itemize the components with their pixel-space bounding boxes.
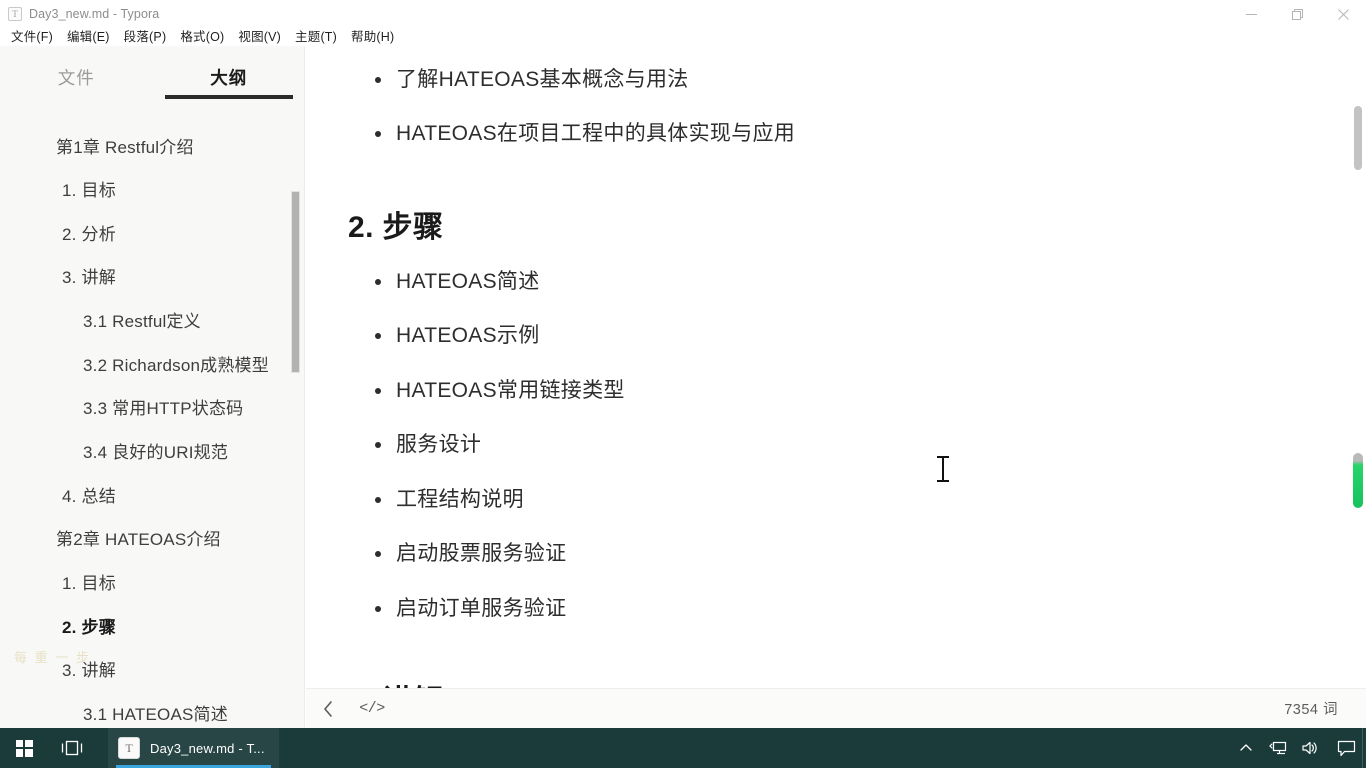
outline-item-ch2-2-steps[interactable]: 2. 步骤: [0, 606, 304, 650]
outline-item-ch2-3-1[interactable]: 3.1 HATEOAS简述: [0, 693, 304, 728]
tab-outline[interactable]: 大纲: [153, 62, 305, 114]
volume-icon[interactable]: [1294, 728, 1326, 768]
list-item[interactable]: 启动股票服务验证: [348, 527, 1306, 581]
list-item[interactable]: 了解HATEOAS基本概念与用法: [348, 53, 1306, 107]
list-item[interactable]: HATEOAS常用链接类型: [348, 364, 1306, 418]
typora-window: T Day3_new.md - Typora 文件(F) 编辑(E) 段落(P)…: [0, 0, 1366, 768]
outline-item-4-summary[interactable]: 4. 总结: [0, 475, 304, 519]
windows-taskbar: T Day3_new.md - T...: [0, 728, 1366, 768]
goal-bullet-list: 了解HATEOAS基本概念与用法 HATEOAS在项目工程中的具体实现与应用: [348, 53, 1306, 162]
list-item[interactable]: HATEOAS简述: [348, 255, 1306, 309]
editor-scrollbar[interactable]: [1350, 28, 1366, 688]
tab-files[interactable]: 文件: [0, 62, 153, 114]
outline-item-1-goal[interactable]: 1. 目标: [0, 170, 304, 214]
outline-item-ch2[interactable]: 第2章 HATEOAS介绍: [0, 519, 304, 563]
show-hidden-icons-icon[interactable]: [1230, 728, 1262, 768]
outline-item-3-2[interactable]: 3.2 Richardson成熟模型: [0, 344, 304, 388]
windows-start-icon[interactable]: [0, 728, 48, 768]
document-body: 1. 目标 了解HATEOAS基本概念与用法 HATEOAS在项目工程中的具体实…: [306, 28, 1366, 688]
word-count-label[interactable]: 7354 词: [1284, 698, 1366, 719]
editor-scrollbar-thumb[interactable]: [1354, 106, 1362, 170]
title-bar: T Day3_new.md - Typora: [0, 0, 1366, 28]
sidebar-scrollbar[interactable]: [291, 146, 300, 706]
outline-item-3-4[interactable]: 3.4 良好的URI规范: [0, 431, 304, 475]
windows-logo-icon: [15, 739, 33, 757]
outline-item-2-analysis[interactable]: 2. 分析: [0, 213, 304, 257]
outline-item-ch1[interactable]: 第1章 Restful介绍: [0, 126, 304, 170]
outline-list: 第1章 Restful介绍 1. 目标 2. 分析 3. 讲解 3.1 Rest…: [0, 118, 304, 728]
status-bar: </> 7354 词: [306, 688, 1366, 728]
outline-item-ch2-3-explain[interactable]: 3. 讲解: [0, 650, 304, 694]
tab-files-label: 文件: [57, 68, 95, 88]
minimize-button[interactable]: [1228, 0, 1274, 28]
tab-active-underline: [164, 95, 293, 99]
taskbar-item-typora[interactable]: T Day3_new.md - T...: [108, 728, 279, 768]
maximize-button[interactable]: [1274, 0, 1320, 28]
sidebar: 文件 大纲 第1章 Restful介绍 1. 目标 2. 分析 3. 讲解 3.…: [0, 46, 305, 728]
tab-outline-label: 大纲: [210, 68, 248, 88]
scroll-position-indicator: [1353, 453, 1363, 508]
list-item[interactable]: HATEOAS示例: [348, 309, 1306, 363]
system-tray: [1230, 728, 1366, 768]
window-title: Day3_new.md - Typora: [29, 7, 160, 21]
editor-content[interactable]: 1. 目标 了解HATEOAS基本概念与用法 HATEOAS在项目工程中的具体实…: [306, 28, 1366, 688]
notifications-icon[interactable]: [1326, 728, 1366, 768]
outline-item-ch2-1-goal[interactable]: 1. 目标: [0, 562, 304, 606]
close-button[interactable]: [1320, 0, 1366, 28]
outline-item-3-3[interactable]: 3.3 常用HTTP状态码: [0, 388, 304, 432]
network-icon[interactable]: [1262, 728, 1294, 768]
task-view-icon[interactable]: [48, 728, 96, 768]
list-item[interactable]: HATEOAS在项目工程中的具体实现与应用: [348, 107, 1306, 161]
outline-item-3-explain[interactable]: 3. 讲解: [0, 257, 304, 301]
taskbar-show-desktop-button[interactable]: [1362, 728, 1366, 768]
chevron-left-icon[interactable]: [306, 689, 350, 729]
list-item[interactable]: 工程结构说明: [348, 473, 1306, 527]
list-item[interactable]: 启动订单服务验证: [348, 582, 1306, 636]
source-code-icon[interactable]: </>: [350, 689, 394, 729]
taskbar-item-label: Day3_new.md - T...: [150, 740, 265, 756]
steps-bullet-list: HATEOAS简述 HATEOAS示例 HATEOAS常用链接类型 服务设计 工…: [348, 255, 1306, 636]
typora-icon: T: [118, 737, 140, 759]
window-controls: [1228, 0, 1366, 28]
outline-item-3-1[interactable]: 3.1 Restful定义: [0, 301, 304, 345]
sidebar-scrollbar-thumb[interactable]: [291, 191, 300, 373]
heading-steps: 2. 步骤: [348, 210, 444, 244]
app-icon: T: [8, 7, 22, 21]
sidebar-tabs: 文件 大纲: [0, 62, 305, 114]
outline-items: 第1章 Restful介绍 1. 目标 2. 分析 3. 讲解 3.1 Rest…: [0, 126, 304, 728]
list-item[interactable]: 服务设计: [348, 418, 1306, 472]
